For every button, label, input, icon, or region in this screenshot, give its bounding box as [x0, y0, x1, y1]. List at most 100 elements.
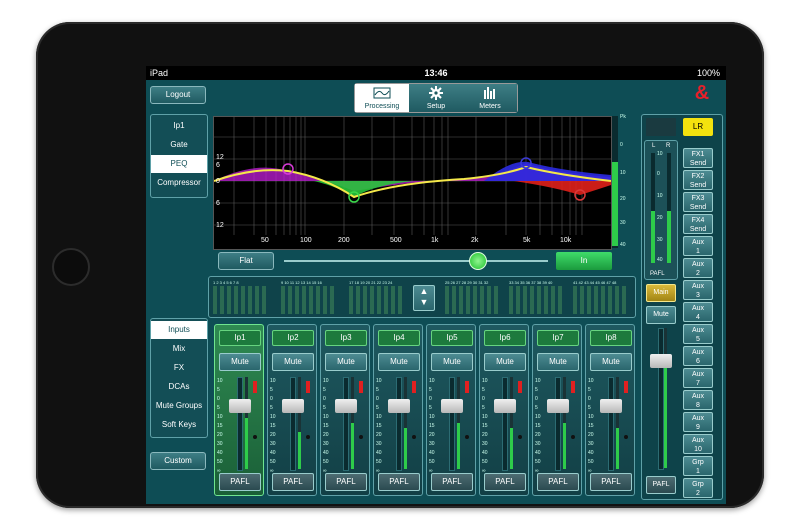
send-button[interactable]: FX3 Send: [683, 192, 713, 212]
channel-strip[interactable]: Ip3 Mute 10 5 0 5 10 15 20 30 40 50 ∞ PAFL: [320, 324, 370, 496]
send-button[interactable]: Grp 2: [683, 478, 713, 498]
send-button[interactable]: Aux 1: [683, 236, 713, 256]
send-button[interactable]: Aux 6: [683, 346, 713, 366]
channel-mute-button[interactable]: Mute: [325, 353, 367, 371]
channel-name-button[interactable]: Ip5: [431, 330, 473, 346]
channel-name-button[interactable]: Ip8: [590, 330, 632, 346]
channel-fader-track[interactable]: [608, 377, 614, 471]
channel-strip[interactable]: Ip6 Mute 10 5 0 5 10 15 20 30 40 50 ∞ PAFL: [479, 324, 529, 496]
send-button[interactable]: Aux 10: [683, 434, 713, 454]
channel-mute-button[interactable]: Mute: [219, 353, 261, 371]
channel-fader-track[interactable]: [502, 377, 508, 471]
layer-soft-keys[interactable]: Soft Keys: [151, 416, 207, 434]
send-button[interactable]: Aux 4: [683, 302, 713, 322]
channel-pafl-button[interactable]: PAFL: [219, 473, 261, 491]
channel-fader-cap[interactable]: [441, 399, 463, 413]
channel-fader-track[interactable]: [449, 377, 455, 471]
channel-pafl-button[interactable]: PAFL: [537, 473, 579, 491]
fader-tick: 15: [270, 423, 276, 429]
channel-name-button[interactable]: Ip4: [378, 330, 420, 346]
fader-tick: 15: [535, 423, 541, 429]
channel-pafl-button[interactable]: PAFL: [484, 473, 526, 491]
channel-fader-track[interactable]: [396, 377, 402, 471]
send-label-line1: Aux: [691, 239, 705, 246]
channel-fader-track[interactable]: [555, 377, 561, 471]
channel-pafl-button[interactable]: PAFL: [378, 473, 420, 491]
channel-fader-cap[interactable]: [547, 399, 569, 413]
channel-name-button[interactable]: Ip3: [325, 330, 367, 346]
menu-item-compressor[interactable]: Compressor: [151, 174, 207, 192]
eq-curve-plot[interactable]: [213, 117, 612, 249]
channel-name-button[interactable]: Ip2: [272, 330, 314, 346]
channel-name-button[interactable]: Ip1: [219, 330, 261, 346]
main-meter: [664, 328, 667, 468]
send-button[interactable]: FX2 Send: [683, 170, 713, 190]
tab-meters[interactable]: Meters: [463, 84, 517, 112]
send-button[interactable]: FX1 Send: [683, 148, 713, 168]
main-button[interactable]: Main: [646, 284, 676, 302]
fader-scale: 10 5 0 5 10 15 20 30 40 50 ∞: [535, 377, 547, 476]
layer-mute-groups[interactable]: Mute Groups: [151, 397, 207, 415]
fader-tick: 10: [270, 378, 276, 384]
flat-button[interactable]: Flat: [218, 252, 274, 270]
channel-fader-cap[interactable]: [229, 399, 251, 413]
channel-mute-button[interactable]: Mute: [378, 353, 420, 371]
channel-pafl-button[interactable]: PAFL: [590, 473, 632, 491]
logout-button[interactable]: Logout: [150, 86, 206, 104]
channel-name-button[interactable]: Ip6: [484, 330, 526, 346]
channel-pafl-button[interactable]: PAFL: [325, 473, 367, 491]
fader-tick: 10: [376, 414, 382, 420]
tab-setup[interactable]: Setup: [409, 84, 463, 112]
send-button[interactable]: Aux 2: [683, 258, 713, 278]
main-fader-cap[interactable]: [650, 354, 672, 368]
send-button[interactable]: Aux 8: [683, 390, 713, 410]
channel-fader-cap[interactable]: [494, 399, 516, 413]
eq-in-button[interactable]: In: [556, 252, 612, 270]
send-button[interactable]: Aux 3: [683, 280, 713, 300]
custom-button[interactable]: Custom: [150, 452, 206, 470]
send-button[interactable]: Aux 9: [683, 412, 713, 432]
channel-fader-track[interactable]: [290, 377, 296, 471]
send-button[interactable]: Aux 7: [683, 368, 713, 388]
channel-fader-cap[interactable]: [282, 399, 304, 413]
tab-processing[interactable]: Processing: [355, 84, 409, 112]
channel-mute-button[interactable]: Mute: [590, 353, 632, 371]
layer-inputs[interactable]: Inputs: [151, 321, 207, 339]
menu-item-gate[interactable]: Gate: [151, 136, 207, 154]
channel-strip[interactable]: Ip8 Mute 10 5 0 5 10 15 20 30 40 50 ∞ PAFL: [585, 324, 635, 496]
channel-pafl-button[interactable]: PAFL: [272, 473, 314, 491]
channel-fader-track[interactable]: [343, 377, 349, 471]
gate-led: [306, 435, 310, 439]
main-pafl-button[interactable]: PAFL: [646, 476, 676, 494]
channel-mute-button[interactable]: Mute: [431, 353, 473, 371]
menu-item-peq[interactable]: PEQ: [151, 155, 207, 173]
channel-name-button[interactable]: Ip7: [537, 330, 579, 346]
channel-mute-button[interactable]: Mute: [484, 353, 526, 371]
channel-mute-button[interactable]: Mute: [272, 353, 314, 371]
layer-fx[interactable]: FX: [151, 359, 207, 377]
channel-strip[interactable]: Ip1 Mute 10 5 0 5 10 15 20 30 40 50 ∞ PAFL: [214, 324, 264, 496]
peq-graph[interactable]: 12 6 0 6 12 50 100 200 500 1k 2k 5k 10k: [213, 116, 612, 250]
channel-strip[interactable]: Ip7 Mute 10 5 0 5 10 15 20 30 40 50 ∞ PAFL: [532, 324, 582, 496]
send-button[interactable]: Grp 1: [683, 456, 713, 476]
channel-strip[interactable]: Ip2 Mute 10 5 0 5 10 15 20 30 40 50 ∞ PAFL: [267, 324, 317, 496]
layer-dcas[interactable]: DCAs: [151, 378, 207, 396]
channel-strip[interactable]: Ip4 Mute 10 5 0 5 10 15 20 30 40 50 ∞ PAFL: [373, 324, 423, 496]
send-button[interactable]: FX4 Send: [683, 214, 713, 234]
channel-fader-track[interactable]: [237, 377, 243, 471]
eq-gain-slider-knob[interactable]: [469, 252, 487, 270]
channel-fader-cap[interactable]: [388, 399, 410, 413]
channel-mute-button[interactable]: Mute: [537, 353, 579, 371]
channel-strip[interactable]: Ip5 Mute 10 5 0 5 10 15 20 30 40 50 ∞ PAFL: [426, 324, 476, 496]
channel-fader-cap[interactable]: [600, 399, 622, 413]
main-mute-button[interactable]: Mute: [646, 306, 676, 324]
menu-item-channel[interactable]: Ip1: [151, 117, 207, 135]
layer-mix[interactable]: Mix: [151, 340, 207, 358]
eq-gain-slider-track[interactable]: [284, 260, 548, 262]
channel-pafl-button[interactable]: PAFL: [431, 473, 473, 491]
meter-bridge-scroll-button[interactable]: ▲ ▼: [413, 285, 435, 311]
send-button[interactable]: Aux 5: [683, 324, 713, 344]
lr-button[interactable]: LR: [683, 118, 713, 136]
channel-fader-cap[interactable]: [335, 399, 357, 413]
home-button[interactable]: [52, 248, 90, 286]
